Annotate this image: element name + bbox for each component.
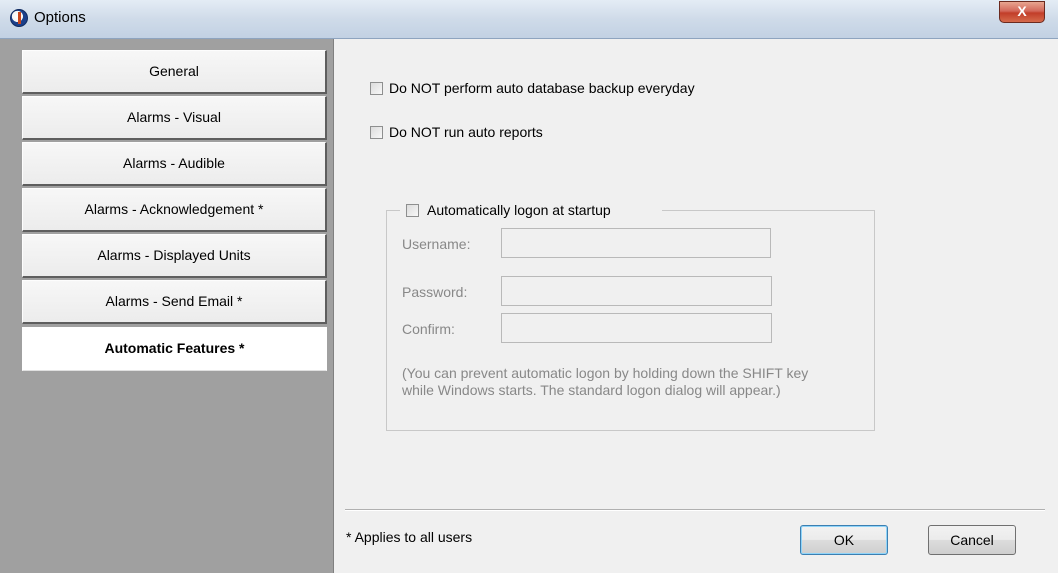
nav-item-alarms-visual[interactable]: Alarms - Visual <box>22 96 327 140</box>
options-nav: General Alarms - Visual Alarms - Audible… <box>0 39 334 573</box>
title-bar: Options X <box>0 0 1058 39</box>
username-field[interactable] <box>501 228 771 258</box>
confirm-label: Confirm: <box>402 321 455 337</box>
no-backup-checkbox[interactable] <box>370 82 383 95</box>
nav-item-alarms-audible[interactable]: Alarms - Audible <box>22 142 327 186</box>
nav-item-automatic-features[interactable]: Automatic Features * <box>22 327 327 371</box>
no-reports-checkbox[interactable] <box>370 126 383 139</box>
window-title: Options <box>34 9 86 26</box>
nav-item-alarms-acknowledgement[interactable]: Alarms - Acknowledgement * <box>22 188 327 232</box>
confirm-field[interactable] <box>501 313 772 343</box>
autologon-legend: Automatically logon at startup <box>400 201 662 221</box>
applies-footnote: * Applies to all users <box>346 529 473 545</box>
nav-item-alarms-displayed-units[interactable]: Alarms - Displayed Units <box>22 234 327 278</box>
autologon-note: (You can prevent automatic logon by hold… <box>402 365 809 398</box>
app-icon <box>10 9 28 27</box>
autologon-label[interactable]: Automatically logon at startup <box>427 202 611 218</box>
password-field[interactable] <box>501 276 772 306</box>
nav-item-alarms-send-email[interactable]: Alarms - Send Email * <box>22 280 327 324</box>
cancel-button[interactable]: Cancel <box>928 525 1016 555</box>
close-button[interactable]: X <box>999 1 1045 23</box>
ok-button[interactable]: OK <box>800 525 888 555</box>
no-backup-label[interactable]: Do NOT perform auto database backup ever… <box>389 80 695 96</box>
footer-divider <box>345 509 1045 511</box>
close-icon: X <box>1017 3 1027 19</box>
nav-item-general[interactable]: General <box>22 50 327 94</box>
no-reports-label[interactable]: Do NOT run auto reports <box>389 124 543 140</box>
autologon-checkbox[interactable] <box>406 204 419 217</box>
password-label: Password: <box>402 284 468 300</box>
username-label: Username: <box>402 236 471 252</box>
